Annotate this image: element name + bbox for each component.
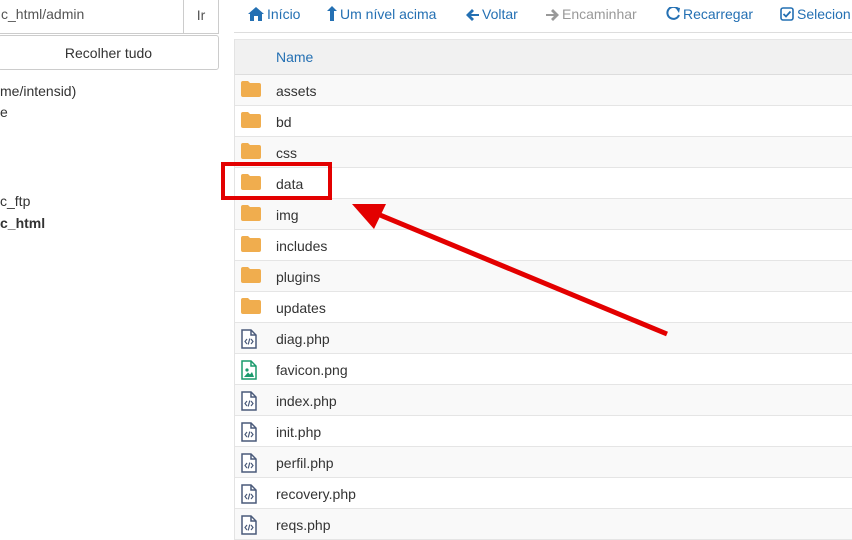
file-name[interactable]: updates (276, 300, 326, 316)
up-level-button[interactable]: Um nível acima (327, 6, 436, 22)
go-button[interactable]: Ir (183, 0, 219, 34)
image-file-icon (241, 360, 257, 385)
reload-button[interactable]: Recarregar (666, 5, 754, 22)
path-input[interactable]: c_html/admin (0, 0, 184, 34)
file-name[interactable]: img (276, 207, 299, 223)
code-file-icon (241, 515, 257, 540)
table-body: assets bd css data img includes plugins updates… (235, 75, 852, 540)
file-name[interactable]: index.php (276, 393, 337, 409)
back-button[interactable]: Voltar (466, 6, 518, 22)
home-button[interactable]: Início (248, 6, 300, 22)
file-name[interactable]: assets (276, 83, 316, 99)
table-row[interactable]: bd (235, 106, 852, 137)
refresh-icon (666, 5, 680, 20)
tree-item-html[interactable]: c_html (0, 215, 45, 231)
code-file-icon (241, 484, 257, 509)
table-row[interactable]: reqs.php (235, 509, 852, 540)
select-label: Selecion (797, 6, 851, 22)
home-icon (248, 7, 264, 21)
table-header: Name (235, 39, 852, 75)
code-file-icon (241, 329, 257, 354)
file-name[interactable]: init.php (276, 424, 321, 440)
home-label: Início (267, 6, 301, 22)
table-row[interactable]: recovery.php (235, 478, 852, 509)
table-row[interactable]: index.php (235, 385, 852, 416)
tree-item-home[interactable]: me/intensid) (0, 83, 76, 99)
folder-icon (241, 205, 261, 226)
back-label: Voltar (482, 6, 518, 22)
code-file-icon (241, 453, 257, 478)
file-name[interactable]: css (276, 145, 297, 161)
folder-icon (241, 112, 261, 133)
check-square-icon (780, 7, 794, 21)
table-row[interactable]: favicon.png (235, 354, 852, 385)
file-name[interactable]: diag.php (276, 331, 330, 347)
file-name[interactable]: recovery.php (276, 486, 356, 502)
name-column-header[interactable]: Name (276, 49, 313, 65)
arrow-left-icon (466, 9, 479, 21)
arrow-right-icon (546, 9, 559, 21)
tree-item-e[interactable]: e (0, 104, 8, 120)
collapse-all-button[interactable]: Recolher tudo (0, 35, 219, 70)
file-name[interactable]: perfil.php (276, 455, 334, 471)
folder-icon (241, 81, 261, 102)
tree-item-ftp[interactable]: c_ftp (0, 193, 30, 209)
file-name[interactable]: reqs.php (276, 517, 330, 533)
table-row[interactable]: plugins (235, 261, 852, 292)
file-name[interactable]: bd (276, 114, 292, 130)
table-row[interactable]: img (235, 199, 852, 230)
folder-icon (241, 267, 261, 288)
up-level-label: Um nível acima (340, 6, 437, 22)
code-file-icon (241, 391, 257, 416)
code-file-icon (241, 422, 257, 447)
file-name[interactable]: plugins (276, 269, 320, 285)
table-row[interactable]: updates (235, 292, 852, 323)
file-name[interactable]: favicon.png (276, 362, 348, 378)
table-row[interactable]: perfil.php (235, 447, 852, 478)
forward-label: Encaminhar (562, 6, 637, 22)
file-name[interactable]: includes (276, 238, 327, 254)
folder-icon (241, 143, 261, 164)
highlight-box (221, 162, 332, 200)
select-button[interactable]: Selecion (780, 6, 851, 22)
table-row[interactable]: includes (235, 230, 852, 261)
folder-icon (241, 298, 261, 319)
table-row[interactable]: init.php (235, 416, 852, 447)
table-row[interactable]: assets (235, 75, 852, 106)
arrow-up-icon (327, 6, 337, 21)
reload-label: Recarregar (683, 6, 754, 22)
table-row[interactable]: diag.php (235, 323, 852, 354)
forward-button[interactable]: Encaminhar (546, 6, 637, 22)
file-table: Name assets bd css data img includes plugins up… (234, 39, 852, 540)
toolbar: Início Um nível acima Voltar Encaminhar … (234, 0, 852, 33)
folder-icon (241, 236, 261, 257)
